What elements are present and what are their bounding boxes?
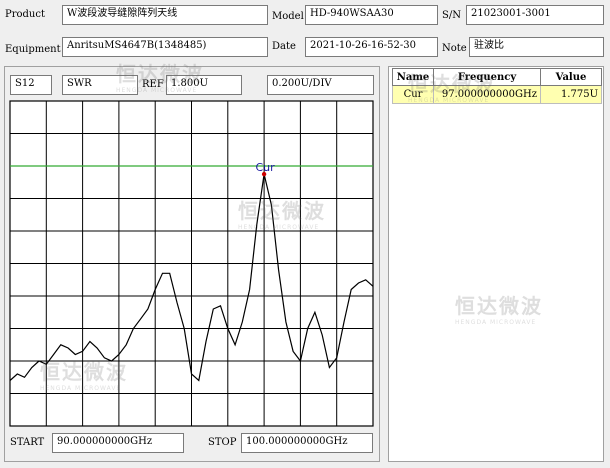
header-frequency: Frequency (433, 68, 541, 86)
stop-label: STOP (208, 437, 237, 448)
date-field[interactable]: 2021-10-26-16-52-30 (305, 37, 438, 57)
marker-name-cell: Cur (392, 85, 434, 104)
scale-field: 0.200U/DIV (267, 75, 374, 95)
stop-field: 100.000000000GHz (241, 433, 373, 453)
marker-table: Name Frequency Value Cur 97.000000000GHz… (392, 68, 602, 104)
model-label: Model (272, 11, 304, 22)
note-label: Note (442, 43, 467, 54)
sn-field[interactable]: 21023001-3001 (466, 5, 604, 25)
note-field[interactable]: 驻波比 (469, 37, 604, 57)
start-field: 90.000000000GHz (52, 433, 184, 453)
product-field[interactable]: W波段波导缝隙阵列天线 (62, 5, 268, 25)
header-value: Value (540, 68, 602, 86)
ref-label: REF (142, 79, 164, 90)
chart-panel (4, 66, 380, 462)
format-field: SWR (62, 75, 138, 95)
header-name: Name (392, 68, 434, 86)
marker-panel (388, 66, 604, 462)
table-row[interactable]: Cur 97.000000000GHz 1.775U (392, 85, 602, 104)
marker-table-header: Name Frequency Value (392, 68, 602, 86)
ref-field: 1.800U (166, 75, 242, 95)
date-label: Date (272, 41, 296, 52)
equipment-label: Equipment (5, 44, 61, 55)
param-field: S12 (10, 75, 52, 95)
marker-value-cell: 1.775U (540, 85, 602, 104)
start-label: START (10, 437, 45, 448)
equipment-field[interactable]: AnritsuMS4647B(1348485) (62, 37, 268, 57)
model-field[interactable]: HD-940WSAA30 (305, 5, 438, 25)
sn-label: S/N (442, 10, 461, 21)
product-label: Product (5, 9, 45, 20)
marker-frequency-cell: 97.000000000GHz (433, 85, 541, 104)
